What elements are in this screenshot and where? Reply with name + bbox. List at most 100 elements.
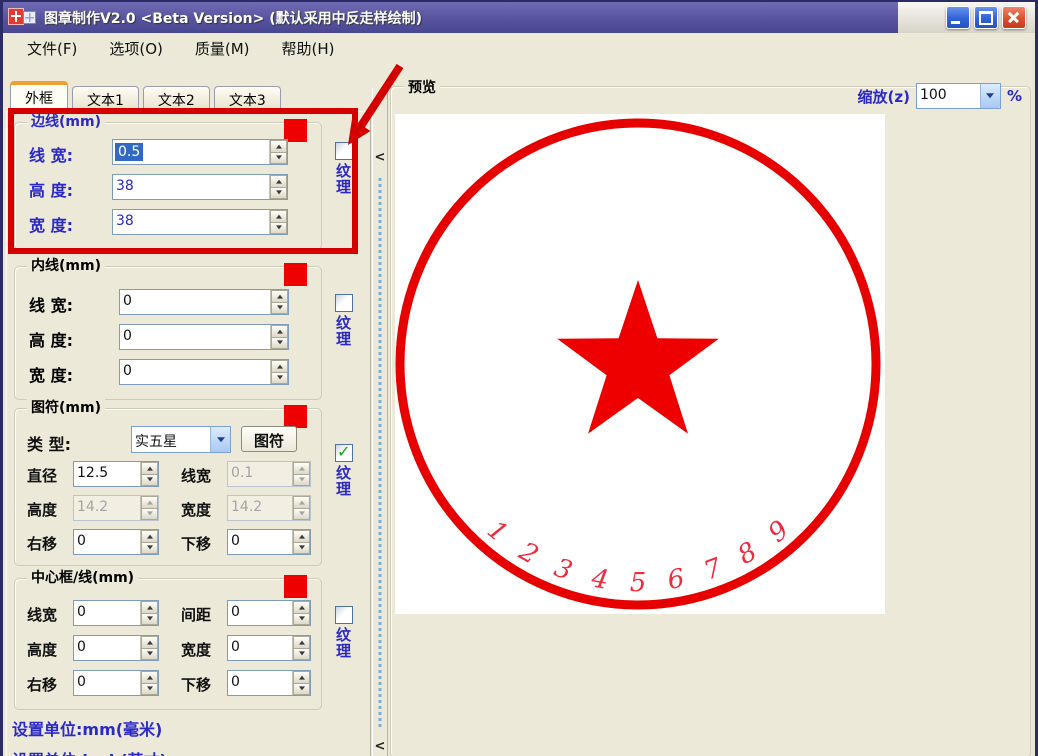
spin-up-icon[interactable] — [293, 636, 310, 648]
menu-help[interactable]: 帮助(H) — [282, 38, 335, 59]
shift-down-spinner[interactable] — [292, 530, 310, 554]
line-width-spinner[interactable] — [269, 140, 287, 164]
spin-up-icon[interactable] — [141, 462, 158, 474]
tab-text3[interactable]: 文本3 — [214, 86, 281, 112]
spin-up-icon[interactable] — [270, 210, 287, 222]
zoom-select[interactable]: 100 — [916, 83, 1001, 109]
collapse-left-icon[interactable]: < — [374, 150, 386, 165]
spin-up-icon[interactable] — [271, 360, 288, 372]
spin-down-icon[interactable] — [141, 613, 158, 626]
symbol-picker-button[interactable]: 图符 — [241, 426, 297, 452]
center-texture-checkbox[interactable] — [335, 606, 353, 624]
spin-up-icon[interactable] — [271, 325, 288, 337]
spin-up-icon[interactable] — [271, 290, 288, 302]
spin-down-icon[interactable] — [271, 337, 288, 350]
spin-down-icon[interactable] — [270, 187, 287, 200]
center-height-spinner[interactable] — [140, 636, 158, 660]
close-button[interactable] — [1002, 6, 1026, 29]
width-spinner[interactable] — [270, 360, 288, 384]
height-spinner[interactable] — [270, 325, 288, 349]
spin-up-icon[interactable] — [141, 671, 158, 683]
center-shift-right-input[interactable]: 0 — [73, 670, 159, 696]
spin-up-icon[interactable] — [141, 601, 158, 613]
maximize-button[interactable] — [974, 6, 998, 29]
border-width-input[interactable]: 38 — [112, 209, 288, 235]
width-spinner[interactable] — [269, 210, 287, 234]
spin-down-icon[interactable] — [270, 222, 287, 235]
center-linewidth-spinner[interactable] — [140, 601, 158, 625]
spin-up-icon[interactable] — [141, 530, 158, 542]
symbol-group-title: 图符(mm) — [27, 399, 105, 417]
svg-text:7: 7 — [700, 553, 726, 587]
unit-setting-link-clipped[interactable]: 设置单位:inch(英寸) — [12, 747, 312, 756]
collapse-left-icon[interactable]: < — [374, 739, 386, 754]
center-height-input[interactable]: 0 — [73, 635, 159, 661]
spin-down-icon[interactable] — [141, 683, 158, 696]
unit-setting-link[interactable]: 设置单位:mm(毫米) — [12, 716, 162, 740]
spin-up-icon[interactable] — [293, 601, 310, 613]
shift-right-input[interactable]: 0 — [73, 529, 159, 555]
center-width-spinner[interactable] — [292, 636, 310, 660]
center-color-swatch[interactable] — [284, 575, 307, 598]
shift-right-spinner[interactable] — [140, 530, 158, 554]
menu-file[interactable]: 文件(F) — [27, 38, 77, 59]
spin-up-icon[interactable] — [293, 671, 310, 683]
tab-outer-frame[interactable]: 外框 — [10, 82, 68, 112]
spin-up-icon[interactable] — [270, 140, 287, 152]
spin-down-icon[interactable] — [293, 683, 310, 696]
line-width-spinner[interactable] — [270, 290, 288, 314]
spin-down-icon[interactable] — [293, 613, 310, 626]
center-width-input[interactable]: 0 — [227, 635, 311, 661]
border-line-group-title: 边线(mm) — [27, 113, 105, 131]
menu-quality[interactable]: 质量(M) — [195, 38, 250, 59]
center-shift-down-input[interactable]: 0 — [227, 670, 311, 696]
stamp-preview-canvas[interactable]: 123456789 — [395, 114, 885, 614]
inner-line-width-input[interactable]: 0 — [119, 289, 289, 315]
symbol-group: 图符(mm) 类 型: 实五星 图符 直径 12.5 线宽 0.1 高度 14.… — [14, 408, 322, 566]
spin-down-icon[interactable] — [270, 152, 287, 165]
minimize-button[interactable] — [946, 6, 970, 29]
gap-label: 间距 — [181, 604, 211, 625]
tab-text2[interactable]: 文本2 — [143, 86, 210, 112]
center-linewidth-input[interactable]: 0 — [73, 600, 159, 626]
diameter-input[interactable]: 12.5 — [73, 461, 159, 487]
border-line-width-input[interactable]: 0.5 — [112, 139, 288, 165]
inner-width-input[interactable]: 0 — [119, 359, 289, 385]
border-texture-checkbox[interactable] — [335, 142, 353, 160]
spin-down-icon[interactable] — [271, 302, 288, 315]
spin-down-icon[interactable] — [141, 542, 158, 555]
shift-down-input[interactable]: 0 — [227, 529, 311, 555]
height-spinner[interactable] — [269, 175, 287, 199]
inner-height-input[interactable]: 0 — [119, 324, 289, 350]
shift-right-value: 0 — [74, 530, 140, 554]
spin-up-icon[interactable] — [141, 636, 158, 648]
chevron-down-icon[interactable] — [980, 84, 1000, 108]
inner-color-swatch[interactable] — [284, 263, 307, 286]
width-label: 宽 度: — [29, 362, 73, 386]
spin-down-icon[interactable] — [141, 474, 158, 487]
spin-up-icon[interactable] — [270, 175, 287, 187]
spin-down-icon[interactable] — [141, 648, 158, 661]
inner-texture-checkbox[interactable] — [335, 294, 353, 312]
spin-down-icon[interactable] — [293, 648, 310, 661]
chevron-down-icon[interactable] — [210, 427, 230, 452]
symbol-height-value: 14.2 — [74, 496, 140, 520]
symbol-texture-checkbox[interactable] — [335, 444, 353, 462]
border-height-input[interactable]: 38 — [112, 174, 288, 200]
menu-options[interactable]: 选项(O) — [109, 38, 163, 59]
shift-right-label: 右移 — [27, 533, 57, 554]
spin-down-icon[interactable] — [293, 542, 310, 555]
inner-texture-label: 纹理 — [335, 315, 352, 347]
spin-up-icon[interactable] — [293, 530, 310, 542]
diameter-spinner[interactable] — [140, 462, 158, 486]
spin-down-icon[interactable] — [271, 372, 288, 385]
panel-splitter[interactable]: < < — [372, 88, 388, 756]
center-shift-right-spinner[interactable] — [140, 671, 158, 695]
gap-spinner[interactable] — [292, 601, 310, 625]
gap-input[interactable]: 0 — [227, 600, 311, 626]
symbol-color-swatch[interactable] — [284, 405, 307, 428]
symbol-type-select[interactable]: 实五星 — [131, 426, 231, 453]
center-shift-down-spinner[interactable] — [292, 671, 310, 695]
svg-text:5: 5 — [630, 568, 647, 598]
tab-text1[interactable]: 文本1 — [72, 86, 139, 112]
